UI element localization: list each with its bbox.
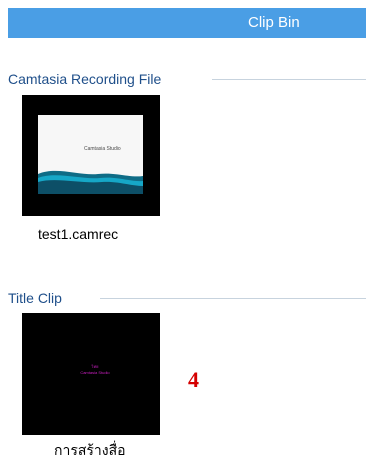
section-title-title-clip: Title Clip xyxy=(8,290,62,306)
title-clip-preview-line-2: Camtasia Studio xyxy=(80,370,110,375)
annotation-number: 4 xyxy=(188,367,199,392)
recording-thumbnail[interactable]: Camtasia Studio xyxy=(22,95,160,216)
recording-slide-preview: Camtasia Studio xyxy=(38,115,143,194)
recording-file-label: test1.camrec xyxy=(38,226,119,242)
section-divider-title-clip xyxy=(100,298,366,299)
section-title-camtasia-recording-file: Camtasia Recording File xyxy=(8,71,162,87)
clip-bin-header: Clip Bin xyxy=(8,8,366,38)
section-divider-recording xyxy=(212,79,366,80)
title-clip-label: การสร้างสื่อ xyxy=(54,443,126,459)
clip-bin-title: Clip Bin xyxy=(248,14,300,31)
recording-thumbnail-text: Camtasia Studio xyxy=(84,146,121,152)
wave-graphic xyxy=(38,170,143,194)
title-clip-thumbnail[interactable]: ไทย Camtasia Studio xyxy=(22,313,160,435)
title-clip-preview-text: ไทย Camtasia Studio xyxy=(70,364,120,376)
